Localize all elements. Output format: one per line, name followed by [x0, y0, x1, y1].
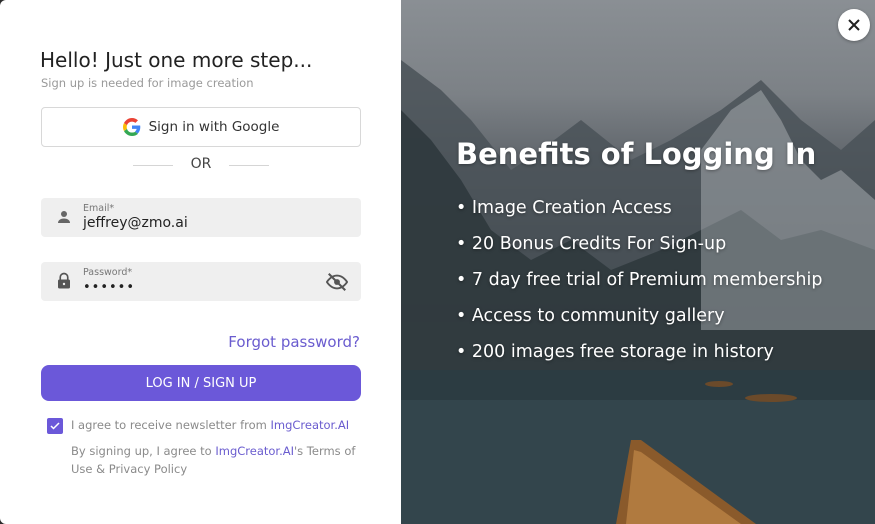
- login-modal: Hello! Just one more step... Sign up is …: [0, 0, 875, 524]
- email-label: Email*: [83, 203, 115, 214]
- signup-subtitle: Sign up is needed for image creation: [41, 76, 254, 90]
- terms-text: By signing up, I agree to ImgCreator.AI'…: [71, 442, 366, 478]
- checkmark-icon: [50, 422, 60, 430]
- newsletter-brand-link[interactable]: ImgCreator.AI: [270, 418, 349, 432]
- eye-off-icon[interactable]: [326, 271, 348, 293]
- google-signin-label: Sign in with Google: [148, 119, 280, 135]
- benefit-item: • 200 images free storage in history: [456, 342, 774, 362]
- user-icon: [58, 211, 70, 223]
- close-button[interactable]: [838, 9, 870, 41]
- password-value: ••••••: [83, 280, 136, 295]
- benefit-item: • Access to community gallery: [456, 306, 725, 326]
- benefits-panel: [401, 0, 875, 524]
- google-signin-button[interactable]: Sign in with Google: [41, 107, 361, 147]
- email-value: jeffrey@zmo.ai: [83, 215, 188, 231]
- signup-title: Hello! Just one more step...: [40, 48, 313, 72]
- or-divider: OR: [41, 156, 361, 174]
- password-label: Password*: [83, 267, 133, 278]
- terms-brand-link[interactable]: ImgCreator.AI: [215, 444, 294, 458]
- newsletter-prefix: I agree to receive newsletter from: [71, 418, 271, 432]
- newsletter-consent-text: I agree to receive newsletter from ImgCr…: [71, 418, 349, 432]
- email-field[interactable]: Email* jeffrey@zmo.ai: [41, 198, 361, 237]
- terms-prefix: By signing up, I agree to: [71, 444, 216, 458]
- close-icon: [848, 19, 860, 31]
- login-signup-button[interactable]: LOG IN / SIGN UP: [41, 365, 361, 401]
- benefit-item: • 7 day free trial of Premium membership: [456, 270, 823, 290]
- lock-icon: [58, 272, 70, 289]
- or-label: OR: [190, 156, 212, 172]
- mountain-lake-background: [401, 60, 875, 524]
- google-logo-icon: [122, 118, 140, 136]
- benefit-item: • Image Creation Access: [456, 198, 672, 218]
- forgot-password-link[interactable]: Forgot password?: [228, 333, 360, 351]
- password-field[interactable]: Password* ••••••: [41, 262, 361, 301]
- newsletter-checkbox[interactable]: [47, 418, 63, 434]
- benefit-item: • 20 Bonus Credits For Sign-up: [456, 234, 727, 254]
- benefits-title: Benefits of Logging In: [456, 137, 817, 171]
- signup-panel: Hello! Just one more step... Sign up is …: [0, 0, 401, 524]
